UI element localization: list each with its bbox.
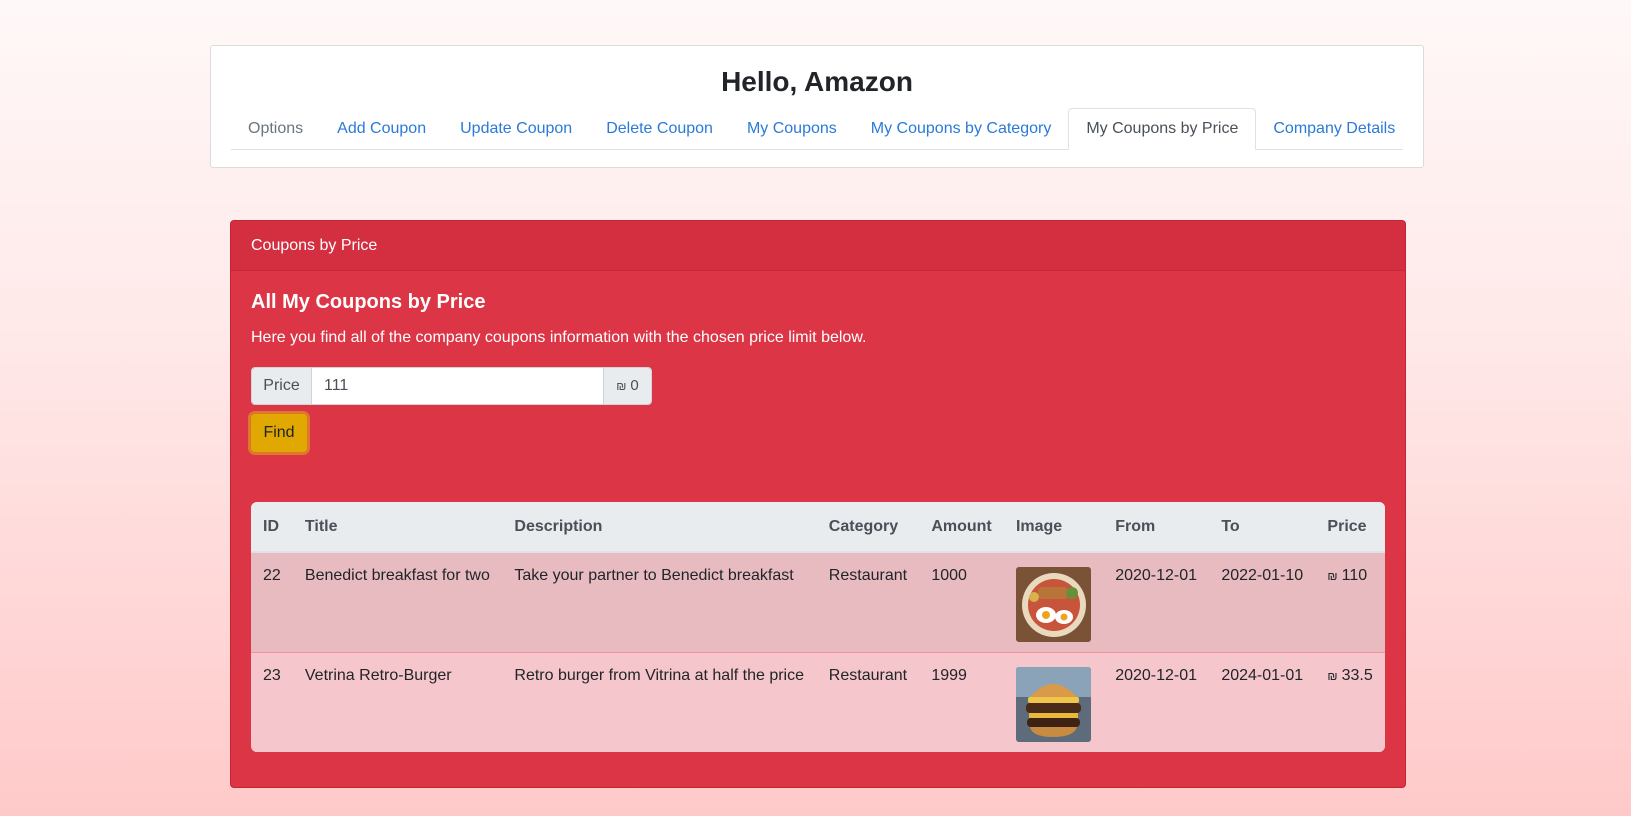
cell-id: 22	[263, 567, 281, 584]
cell-category: Restaurant	[828, 666, 908, 684]
cell-title: Benedict breakfast for two	[304, 567, 490, 584]
cell-from: 2020-12-01	[1115, 567, 1198, 584]
cell-id: 23	[263, 666, 281, 684]
price-value: 33.5	[1341, 666, 1373, 684]
table-row: 23 Vetrina Retro-Burger Retro burger fro…	[251, 652, 1385, 752]
price-input-group: Price ₪0	[251, 367, 652, 405]
col-to: To	[1209, 502, 1316, 553]
cell-amount: 1000	[931, 567, 967, 584]
panel-description: Here you find all of the company coupons…	[251, 329, 867, 346]
tab-company-details[interactable]: Company Details	[1256, 109, 1412, 149]
nav-tabs: Options Add Coupon Update Coupon Delete …	[231, 107, 1403, 150]
cell-from: 2020-12-01	[1115, 666, 1198, 684]
cell-to: 2022-01-10	[1221, 567, 1304, 584]
tab-add-coupon[interactable]: Add Coupon	[320, 109, 443, 149]
cell-to: 2024-01-01	[1221, 666, 1304, 684]
page-title: Hello, Amazon	[721, 66, 913, 97]
find-button[interactable]: Find	[251, 414, 307, 452]
price-append-value: 0	[630, 377, 639, 394]
price-value: 110	[1341, 567, 1368, 584]
tab-my-coupons-by-category[interactable]: My Coupons by Category	[854, 109, 1069, 149]
col-id: ID	[251, 502, 293, 553]
tab-my-coupons-by-price[interactable]: My Coupons by Price	[1068, 108, 1257, 150]
coupons-table: ID Title Description Category Amount Ima…	[251, 502, 1385, 752]
col-image: Image	[1003, 502, 1104, 553]
price-append: ₪ 0	[603, 368, 651, 404]
panel-header: Coupons by Price	[231, 221, 1405, 271]
col-price: Price	[1315, 502, 1385, 553]
table-row: 22 Benedict breakfast for two Take your …	[251, 552, 1385, 652]
header-card: Hello, Amazon Options Add Coupon Update …	[210, 45, 1424, 168]
shekel-icon: ₪	[1327, 569, 1338, 583]
tab-my-coupons[interactable]: My Coupons	[730, 109, 854, 149]
cell-amount: 1999	[931, 666, 967, 684]
cell-category: Restaurant	[828, 567, 908, 584]
col-from: From	[1103, 502, 1210, 553]
cell-price: ₪ 33.5	[1315, 652, 1385, 752]
col-category: Category	[816, 502, 920, 553]
col-description: Description	[502, 502, 817, 553]
tab-delete-coupon[interactable]: Delete Coupon	[589, 109, 730, 149]
cell-description: Take your partner to Benedict breakfast	[514, 567, 794, 584]
cell-image	[1004, 552, 1103, 652]
price-label: Price	[252, 368, 312, 404]
tab-update-coupon[interactable]: Update Coupon	[443, 109, 589, 149]
shekel-icon: ₪	[616, 379, 627, 393]
price-input[interactable]	[312, 368, 603, 404]
cell-image	[1004, 652, 1103, 752]
shekel-icon: ₪	[1327, 668, 1338, 683]
cell-description: Retro burger from Vitrina at half the pr…	[514, 666, 805, 684]
table-header-row: ID Title Description Category Amount Ima…	[251, 502, 1385, 553]
col-title: Title	[292, 502, 503, 553]
breakfast-plate-image	[1015, 567, 1091, 642]
coupons-panel: Coupons by Price All My Coupons by Price…	[230, 220, 1406, 788]
panel-title: All My Coupons by Price	[251, 291, 486, 313]
col-amount: Amount	[919, 502, 1004, 553]
cell-price: ₪ 110	[1315, 552, 1385, 652]
cell-title: Vetrina Retro-Burger	[304, 666, 452, 684]
burger-image	[1015, 666, 1091, 742]
tab-options[interactable]: Options	[231, 109, 320, 149]
